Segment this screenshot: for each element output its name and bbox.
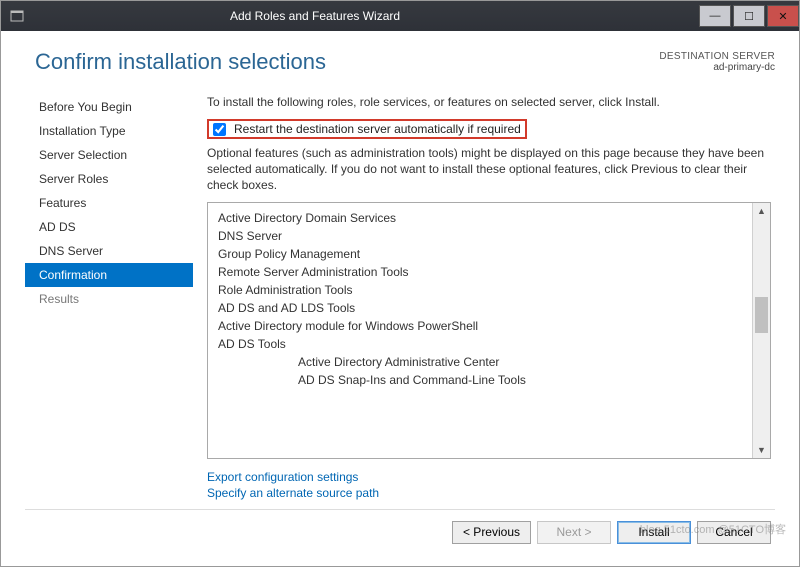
destination-server-block: DESTINATION SERVER ad-primary-dc [659, 51, 775, 73]
intro-text: To install the following roles, role ser… [207, 95, 771, 109]
wizard-step-dns-server[interactable]: DNS Server [25, 239, 193, 263]
links-block: Export configuration settings Specify an… [207, 469, 771, 501]
features-scrollbar[interactable]: ▲ ▼ [752, 203, 770, 458]
title-bar: Add Roles and Features Wizard — ☐ ✕ [1, 1, 799, 31]
wizard-footer: < Previous Next > Install Cancel [25, 509, 775, 554]
window-controls: — ☐ ✕ [697, 5, 799, 27]
next-button: Next > [537, 521, 611, 544]
wizard-step-results: Results [25, 287, 193, 311]
scroll-thumb[interactable] [755, 297, 768, 333]
wizard-step-features[interactable]: Features [25, 191, 193, 215]
feature-item: DNS Server [218, 227, 750, 245]
feature-item: Group Policy Management [218, 245, 750, 263]
minimize-button[interactable]: — [699, 5, 731, 27]
scroll-down-icon[interactable]: ▼ [753, 441, 770, 458]
export-config-link[interactable]: Export configuration settings [207, 469, 771, 485]
optional-features-text: Optional features (such as administratio… [207, 145, 771, 194]
feature-item: Active Directory module for Windows Powe… [218, 317, 750, 335]
feature-item: Active Directory Domain Services [218, 209, 750, 227]
maximize-button[interactable]: ☐ [733, 5, 765, 27]
app-icon [9, 8, 25, 24]
wizard-step-ad-ds[interactable]: AD DS [25, 215, 193, 239]
alternate-source-link[interactable]: Specify an alternate source path [207, 485, 771, 501]
restart-checkbox[interactable] [213, 123, 226, 136]
previous-button[interactable]: < Previous [452, 521, 531, 544]
wizard-step-server-roles[interactable]: Server Roles [25, 167, 193, 191]
wizard-step-before-you-begin[interactable]: Before You Begin [25, 95, 193, 119]
close-button[interactable]: ✕ [767, 5, 799, 27]
install-button[interactable]: Install [617, 521, 691, 544]
wizard-step-installation-type[interactable]: Installation Type [25, 119, 193, 143]
feature-item: Role Administration Tools [218, 281, 750, 299]
restart-checkbox-row[interactable]: Restart the destination server automatic… [207, 119, 527, 139]
window-title: Add Roles and Features Wizard [33, 9, 697, 23]
feature-item: AD DS Tools [218, 335, 750, 353]
wizard-step-server-selection[interactable]: Server Selection [25, 143, 193, 167]
feature-item: Remote Server Administration Tools [218, 263, 750, 281]
feature-item: AD DS and AD LDS Tools [218, 299, 750, 317]
wizard-steps-sidebar: Before You BeginInstallation TypeServer … [25, 91, 193, 505]
scroll-track[interactable] [753, 220, 770, 441]
feature-item: Active Directory Administrative Center [218, 353, 750, 371]
cancel-button[interactable]: Cancel [697, 521, 771, 544]
feature-item: AD DS Snap-Ins and Command-Line Tools [218, 371, 750, 389]
main-panel: To install the following roles, role ser… [193, 91, 775, 505]
page-title: Confirm installation selections [35, 49, 659, 75]
destination-server-name: ad-primary-dc [659, 62, 775, 73]
destination-server-label: DESTINATION SERVER [659, 51, 775, 62]
scroll-up-icon[interactable]: ▲ [753, 203, 770, 220]
wizard-window: Add Roles and Features Wizard — ☐ ✕ Conf… [0, 0, 800, 567]
page-header: Confirm installation selections DESTINAT… [25, 31, 775, 81]
selected-features-list: Active Directory Domain ServicesDNS Serv… [207, 202, 771, 459]
wizard-step-confirmation: Confirmation [25, 263, 193, 287]
restart-checkbox-label: Restart the destination server automatic… [234, 122, 521, 136]
